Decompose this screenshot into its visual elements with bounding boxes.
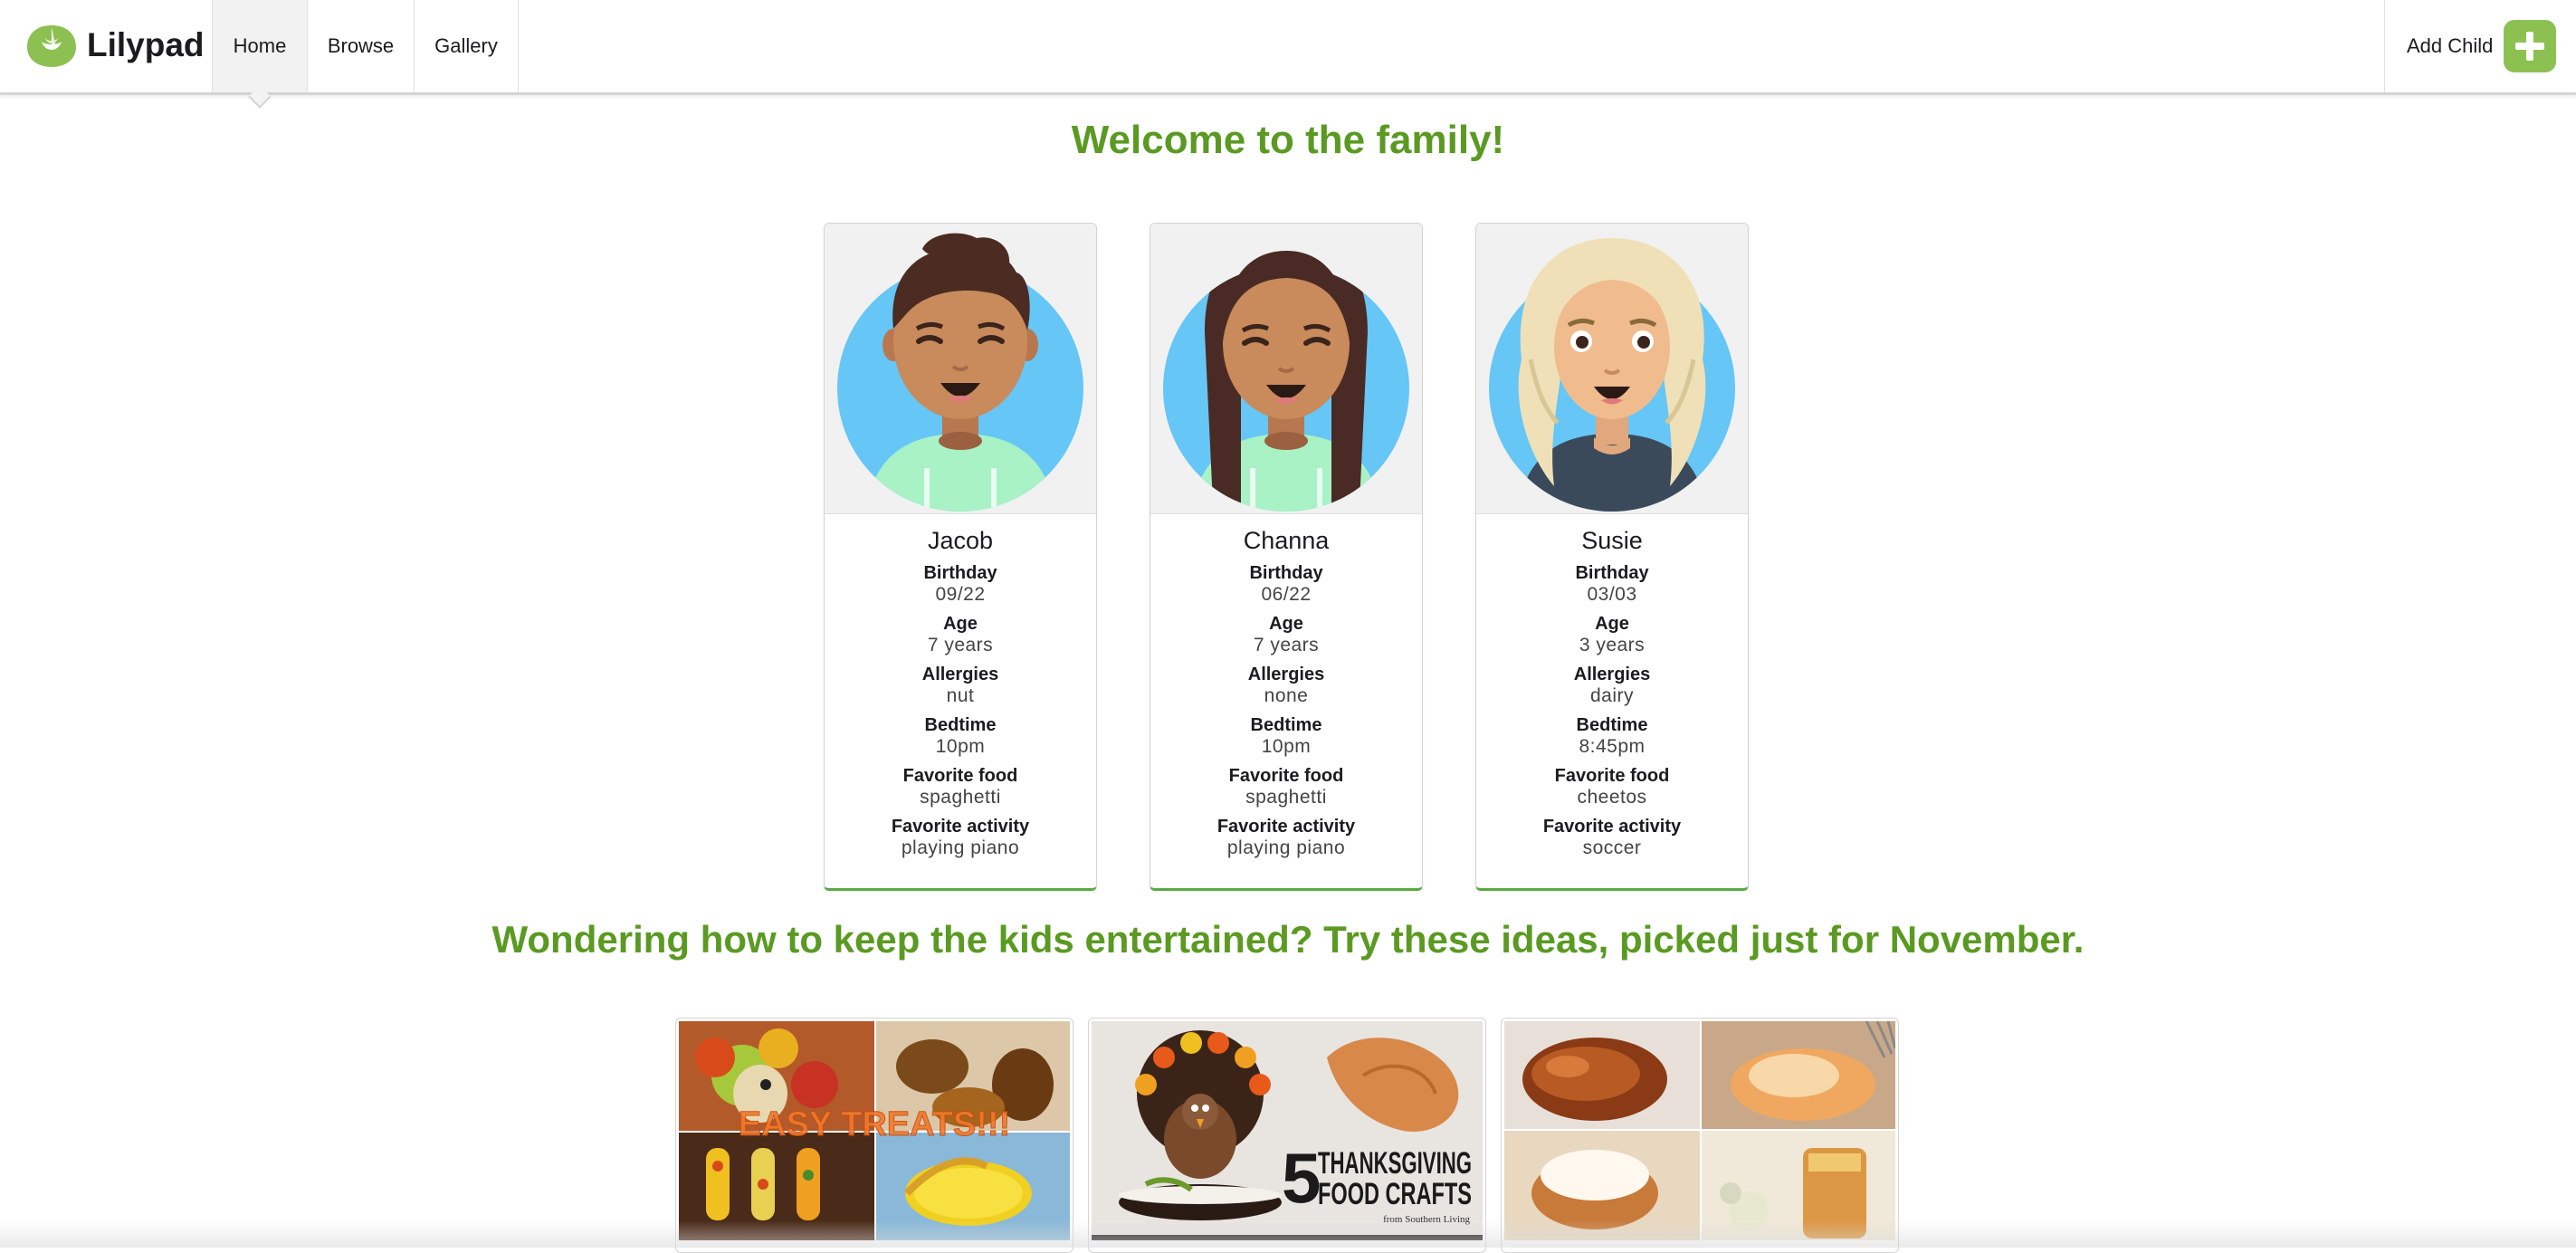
field-label: Age (1595, 614, 1629, 634)
blonde-girl-avatar-icon (1489, 238, 1735, 512)
idea-overlay-number: 5 (1282, 1138, 1321, 1218)
child-card-jacob[interactable]: Jacob Birthday 09/22 Age 7 years Allergi… (824, 223, 1097, 891)
idea-thumbnail: EASY TREATS!!! (679, 1021, 1070, 1240)
field-label: Birthday (1575, 563, 1649, 583)
field-value: 7 years (1253, 635, 1320, 655)
child-age: Age 3 years (1476, 613, 1748, 656)
field-value: 3 years (1579, 635, 1646, 655)
brand[interactable]: Lilypad (25, 20, 205, 71)
field-value: spaghetti (1245, 787, 1327, 808)
field-label: Allergies (1247, 665, 1325, 684)
idea-card-thanksgiving-crafts[interactable]: 5 THANKSGIVING FOOD CRAFTS from Southern… (1088, 1018, 1486, 1253)
brand-name: Lilypad (87, 26, 205, 63)
idea-thumbnail: 5 THANKSGIVING FOOD CRAFTS from Southern… (1092, 1021, 1483, 1240)
field-label: Allergies (921, 665, 999, 684)
child-age: Age 7 years (825, 613, 1096, 656)
field-value: 09/22 (935, 584, 986, 605)
field-label: Bedtime (1250, 715, 1322, 735)
nav-gallery[interactable]: Gallery (414, 0, 519, 92)
field-value: 10pm (935, 736, 986, 757)
child-age: Age 7 years (1150, 613, 1422, 656)
child-name: Jacob (927, 527, 994, 554)
field-label: Bedtime (924, 715, 997, 735)
field-label: Age (1269, 614, 1303, 634)
field-value: 03/03 (1587, 584, 1637, 605)
child-birthday: Birthday 06/22 (1150, 562, 1422, 606)
child-favorite-activity: Favorite activity playing piano (1150, 816, 1422, 859)
child-favorite-food: Favorite food spaghetti (825, 765, 1096, 808)
girl-avatar-icon (1163, 251, 1409, 512)
field-value: dairy (1589, 685, 1635, 706)
field-label: Favorite activity (1542, 817, 1682, 837)
idea-overlay-line2: FOOD CRAFTS (1318, 1177, 1472, 1211)
field-label: Allergies (1573, 665, 1651, 684)
child-card-susie[interactable]: Susie Birthday 03/03 Age 3 years Allergi… (1475, 223, 1749, 891)
child-birthday: Birthday 09/22 (825, 562, 1096, 606)
child-name: Channa (1243, 527, 1330, 554)
field-label: Favorite food (902, 766, 1018, 786)
field-value: nut (946, 685, 975, 706)
field-value: 7 years (927, 635, 994, 655)
field-label: Favorite food (1228, 766, 1344, 786)
field-label: Favorite activity (891, 817, 1030, 837)
add-child-label: Add Child (2407, 34, 2494, 57)
field-value: none (1264, 685, 1309, 706)
field-value: playing piano (901, 837, 1020, 858)
child-birthday: Birthday 03/03 (1476, 562, 1748, 606)
idea-overlay-credit: from Southern Living (1383, 1214, 1470, 1225)
child-avatar (1150, 224, 1422, 514)
lily-pad-logo-icon (27, 25, 76, 67)
field-label: Bedtime (1576, 715, 1648, 735)
field-label: Favorite food (1554, 766, 1670, 786)
field-label: Birthday (1249, 563, 1323, 583)
idea-card-easy-treats[interactable]: EASY TREATS!!! (675, 1018, 1073, 1253)
field-value: playing piano (1226, 837, 1346, 858)
child-avatar (1476, 224, 1748, 514)
child-bedtime: Bedtime 10pm (1150, 714, 1422, 758)
child-name: Susie (1581, 527, 1643, 554)
child-allergies: Allergies dairy (1476, 664, 1748, 707)
field-value: 10pm (1261, 736, 1312, 757)
field-label: Birthday (923, 563, 997, 583)
ideas-heading: Wondering how to keep the kids entertain… (491, 918, 2085, 961)
add-child-button[interactable]: Add Child (2384, 0, 2576, 92)
child-card-channa[interactable]: Channa Birthday 06/22 Age 7 years Allerg… (1150, 223, 1423, 891)
child-allergies: Allergies none (1150, 664, 1422, 707)
child-allergies: Allergies nut (825, 664, 1096, 707)
field-label: Favorite activity (1216, 817, 1356, 837)
child-favorite-food: Favorite food spaghetti (1150, 765, 1422, 808)
nav-home[interactable]: Home (212, 0, 307, 92)
field-value: spaghetti (920, 787, 1001, 808)
field-value: 06/22 (1261, 584, 1312, 605)
child-favorite-food: Favorite food cheetos (1476, 765, 1748, 808)
child-bedtime: Bedtime 10pm (825, 714, 1096, 758)
child-bedtime: Bedtime 8:45pm (1476, 714, 1748, 758)
top-navigation-bar: Lilypad Home Browse Gallery Add Child (0, 0, 2576, 95)
field-value: soccer (1582, 837, 1642, 858)
boy-avatar-icon (837, 233, 1083, 512)
child-avatar (825, 224, 1096, 514)
child-favorite-activity: Favorite activity soccer (1476, 816, 1748, 859)
field-label: Age (943, 614, 978, 634)
field-value: cheetos (1577, 787, 1647, 808)
idea-card-thanksgiving-dinner[interactable] (1501, 1018, 1899, 1253)
nav-browse[interactable]: Browse (307, 0, 414, 92)
idea-overlay-line1: THANKSGIVING (1318, 1146, 1472, 1181)
idea-thumbnail (1504, 1021, 1895, 1240)
welcome-heading: Welcome to the family! (1071, 118, 1505, 162)
plus-icon (2504, 20, 2557, 72)
field-value: 8:45pm (1579, 736, 1646, 757)
idea-overlay-text: EASY TREATS!!! (739, 1105, 1011, 1143)
child-favorite-activity: Favorite activity playing piano (825, 816, 1096, 859)
